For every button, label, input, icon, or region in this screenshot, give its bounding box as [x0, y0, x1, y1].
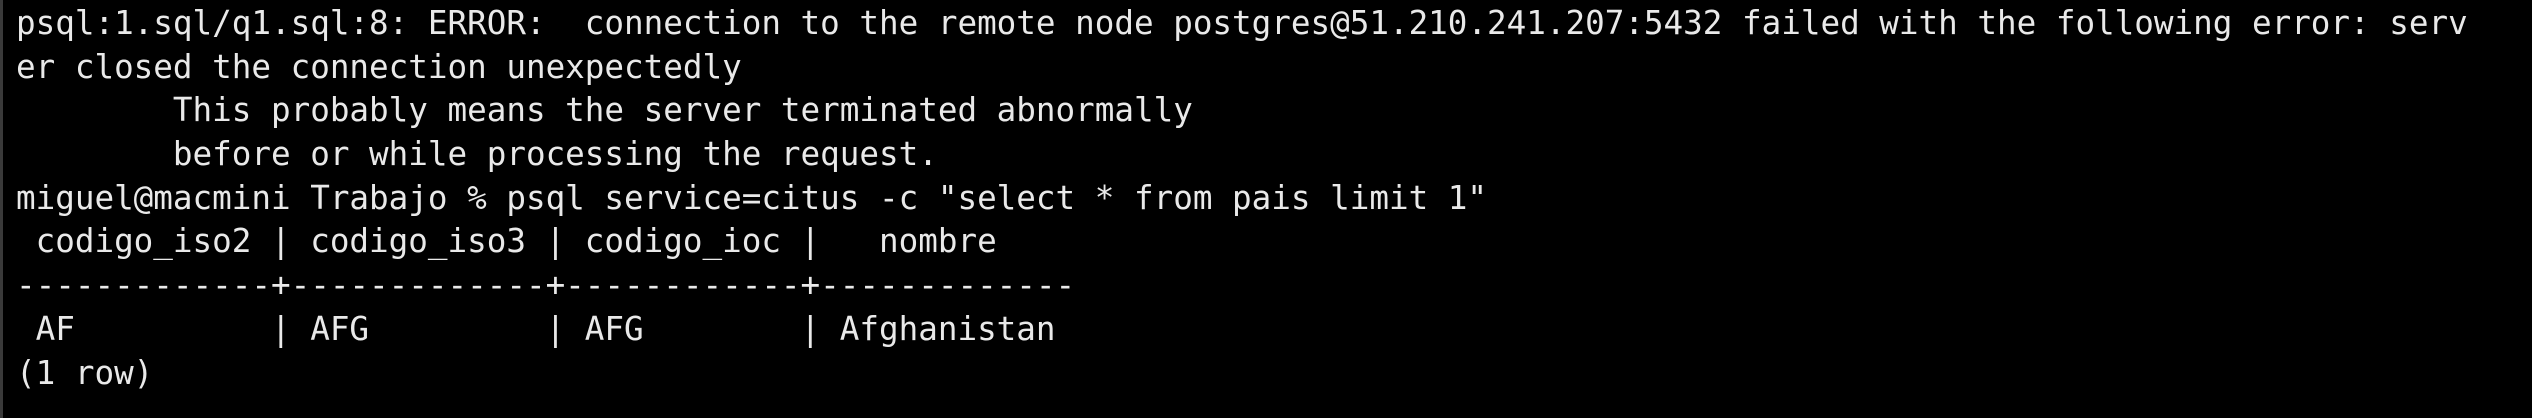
terminal-output[interactable]: psql:1.sql/q1.sql:8: ERROR: connection t…	[16, 2, 2532, 395]
terminal-window[interactable]: psql:1.sql/q1.sql:8: ERROR: connection t…	[0, 0, 2532, 418]
command-prompt-line: miguel@macmini Trabajo % psql service=ci…	[16, 178, 1488, 217]
error-detail-line: This probably means the server terminate…	[16, 91, 1193, 130]
error-line: psql:1.sql/q1.sql:8: ERROR: connection t…	[16, 4, 2468, 42]
result-header-line: codigo_iso2 | codigo_iso3 | codigo_ioc |…	[16, 222, 997, 261]
error-line-continuation: er closed the connection unexpectedly	[16, 47, 742, 86]
error-detail-line: before or while processing the request.	[16, 135, 938, 174]
result-row-line: AF | AFG | AFG | Afghanistan	[16, 309, 1056, 348]
row-count-line: (1 row)	[16, 353, 154, 392]
result-separator-line: -------------+-------------+------------…	[16, 266, 1076, 305]
